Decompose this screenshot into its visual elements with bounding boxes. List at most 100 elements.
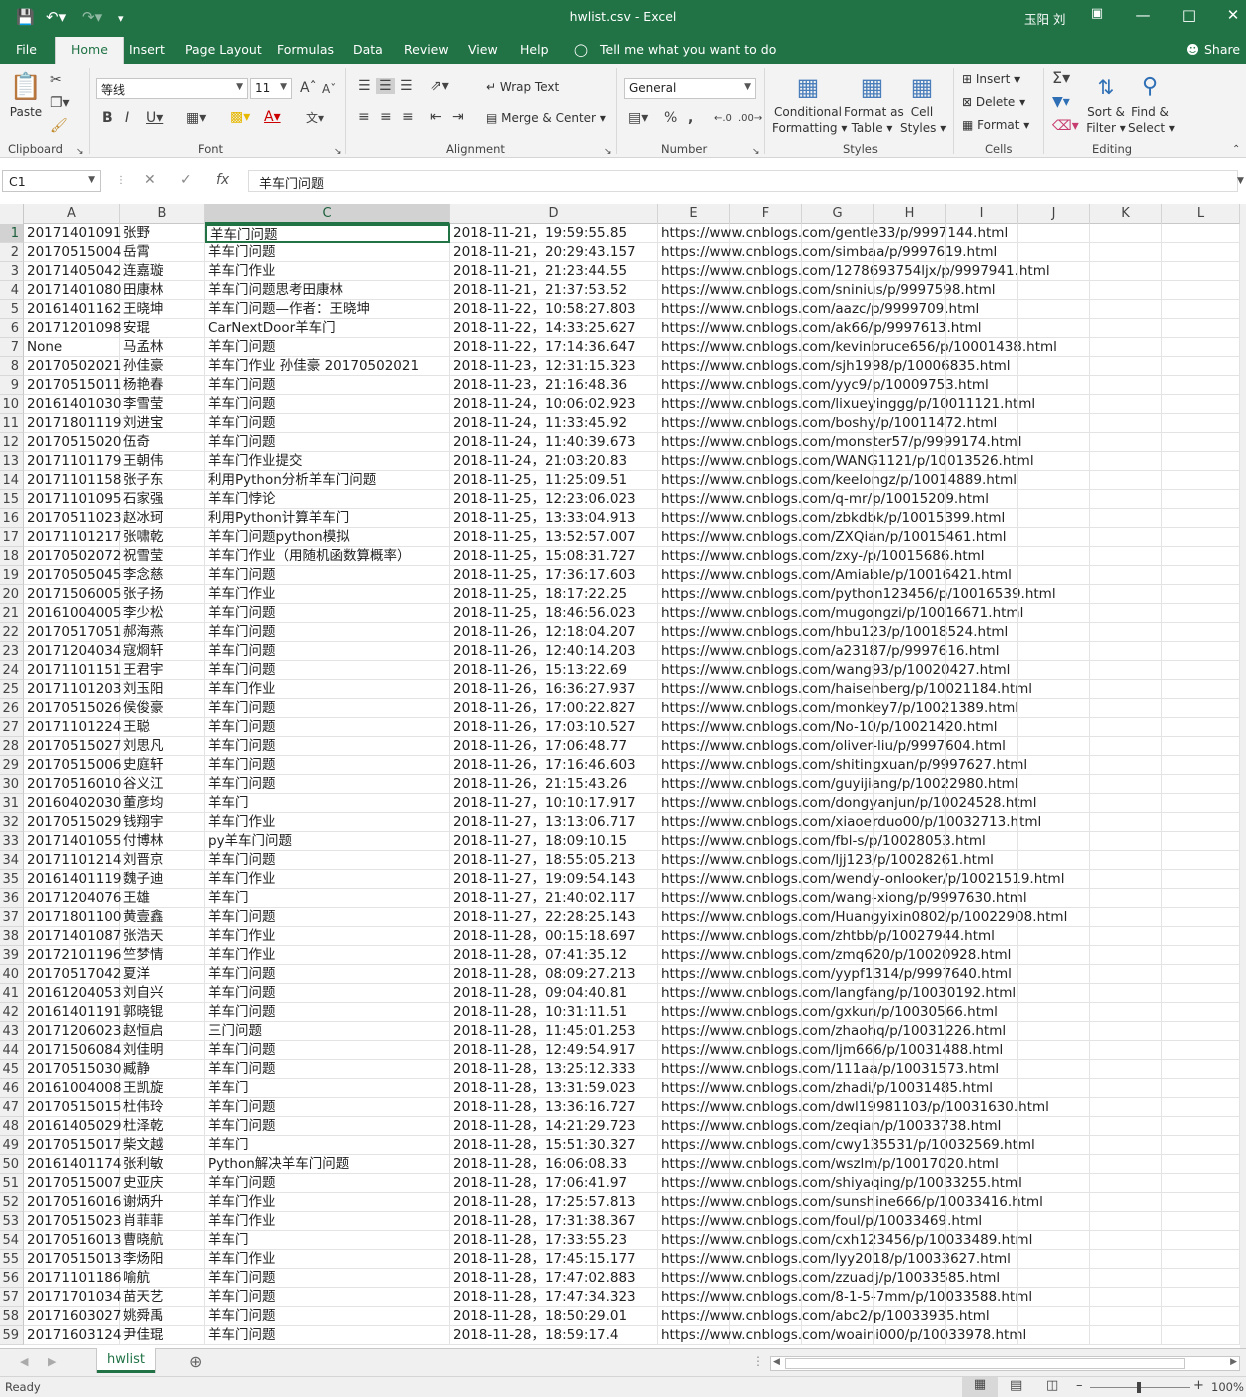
cell-j[interactable] [1018,661,1090,680]
cell-j[interactable] [1018,908,1090,927]
cell-b[interactable]: 刘自兴 [120,984,205,1003]
cell-b[interactable]: 石家强 [120,490,205,509]
cell-e[interactable]: https://www.cnblogs.com/sninius/p/999759… [658,281,995,300]
cell-c[interactable]: 羊车门问题 [205,1098,450,1117]
cell-f[interactable] [730,1117,802,1136]
cell-e[interactable]: https://www.cnblogs.com/wang93/p/1002042… [658,661,1010,680]
cell-b[interactable]: 王聪 [120,718,205,737]
cell-d[interactable]: 2018-11-24，11:40:39.673 [450,433,658,452]
cell-g[interactable] [802,471,874,490]
cell-d[interactable]: 2018-11-24，21:03:20.83 [450,452,658,471]
cell-h[interactable] [874,1041,946,1060]
cell-l[interactable] [1162,1231,1240,1250]
cell-b[interactable]: 祝雪莹 [120,547,205,566]
cell-l[interactable] [1162,813,1240,832]
cell-i[interactable] [946,357,1018,376]
cell-g[interactable] [802,1212,874,1231]
cell-b[interactable]: 刘佳明 [120,1041,205,1060]
cell-j[interactable] [1018,623,1090,642]
cell-h[interactable] [874,661,946,680]
cell-i[interactable] [946,756,1018,775]
column-header-a[interactable]: A [24,204,120,224]
cell-a[interactable]: 20170516010 [24,775,121,794]
row-header[interactable]: 41 [0,984,24,1003]
cell-l[interactable] [1162,395,1240,414]
enter-icon[interactable]: ✓ [180,172,192,188]
cell-j[interactable] [1018,1231,1090,1250]
cell-b[interactable]: 安琨 [120,319,205,338]
cell-i[interactable] [946,300,1018,319]
cell-f[interactable] [730,528,802,547]
cell-g[interactable] [802,433,874,452]
cell-f[interactable] [730,300,802,319]
cell-i[interactable] [946,1212,1018,1231]
cell-e[interactable]: https://www.cnblogs.com/zhtbb/p/10027944… [658,927,995,946]
cell-i[interactable] [946,338,1018,357]
cell-j[interactable] [1018,262,1090,281]
insert-cells-button[interactable]: ⊞ Insert ▾ [962,72,1020,86]
cell-l[interactable] [1162,718,1240,737]
cell-f[interactable] [730,1326,802,1345]
cell-l[interactable] [1162,281,1240,300]
cell-h[interactable] [874,338,946,357]
cell-e[interactable]: https://www.cnblogs.com/ljj123/p/1002826… [658,851,994,870]
cell-k[interactable] [1090,1079,1162,1098]
cell-c[interactable]: 羊车门作业（用随机函数算概率） [205,547,450,566]
cell-g[interactable] [802,775,874,794]
cell-e[interactable]: https://www.cnblogs.com/8-1-5-7mm/p/1003… [658,1288,1032,1307]
cell-g[interactable] [802,1022,874,1041]
cell-i[interactable] [946,718,1018,737]
cell-i[interactable] [946,376,1018,395]
cell-b[interactable]: 寇烱轩 [120,642,205,661]
cell-j[interactable] [1018,1041,1090,1060]
cell-i[interactable] [946,1022,1018,1041]
cell-e[interactable]: https://www.cnblogs.com/oliver-liu/p/999… [658,737,1006,756]
cell-k[interactable] [1090,1288,1162,1307]
cell-h[interactable] [874,604,946,623]
cell-j[interactable] [1018,357,1090,376]
cell-b[interactable]: 尹佳琨 [120,1326,205,1345]
row-header[interactable]: 12 [0,433,24,452]
cell-a[interactable]: 20171101203 [24,680,121,699]
cell-c[interactable]: 羊车门问题 [205,243,450,262]
cell-a[interactable]: 20170515026 [24,699,121,718]
cell-j[interactable] [1018,756,1090,775]
cell-g[interactable] [802,376,874,395]
cell-f[interactable] [730,509,802,528]
cell-d[interactable]: 2018-11-28，08:09:27.213 [450,965,658,984]
cell-k[interactable] [1090,566,1162,585]
cell-f[interactable] [730,775,802,794]
cell-e[interactable]: https://www.cnblogs.com/keelongz/p/10014… [658,471,1017,490]
cell-f[interactable] [730,395,802,414]
cell-j[interactable] [1018,1326,1090,1345]
column-header-j[interactable]: J [1018,204,1090,224]
cell-h[interactable] [874,1136,946,1155]
cell-e[interactable]: https://www.cnblogs.com/No-10/p/10021420… [658,718,997,737]
cell-c[interactable]: 羊车门作业提交 [205,452,450,471]
cell-k[interactable] [1090,661,1162,680]
cell-i[interactable] [946,1326,1018,1345]
cell-d[interactable]: 2018-11-22，14:33:25.627 [450,319,658,338]
cell-b[interactable]: 张野 [120,224,205,243]
cell-d[interactable]: 2018-11-27，22:28:25.143 [450,908,658,927]
cell-h[interactable] [874,1193,946,1212]
cell-i[interactable] [946,1079,1018,1098]
cell-c[interactable]: 羊车门问题 [205,908,450,927]
delete-cells-button[interactable]: ⊠ Delete ▾ [962,95,1025,109]
cell-c[interactable]: 羊车门问题 [205,1003,450,1022]
row-header[interactable]: 5 [0,300,24,319]
cell-k[interactable] [1090,1003,1162,1022]
cell-l[interactable] [1162,357,1240,376]
normal-view-icon[interactable]: ▦ [962,1377,998,1397]
cell-a[interactable]: 20161401191 [24,1003,121,1022]
column-header-c[interactable]: C [205,204,450,224]
row-header[interactable]: 55 [0,1250,24,1269]
cell-f[interactable] [730,1269,802,1288]
cell-a[interactable]: 20170516016 [24,1193,121,1212]
cell-f[interactable] [730,376,802,395]
cell-f[interactable] [730,965,802,984]
cell-k[interactable] [1090,585,1162,604]
cell-k[interactable] [1090,1117,1162,1136]
cell-a[interactable]: 20170515006 [24,756,121,775]
tab-data[interactable]: Data [353,42,383,57]
